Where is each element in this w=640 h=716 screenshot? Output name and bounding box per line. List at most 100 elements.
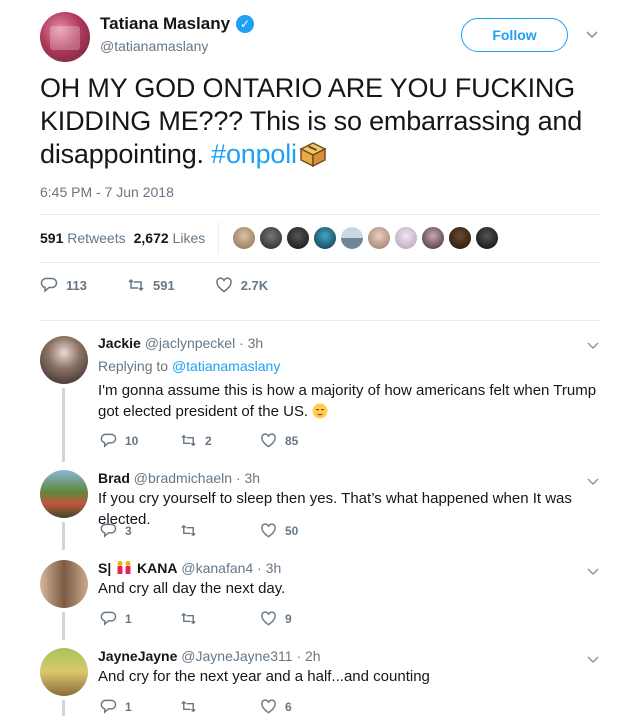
heart-icon bbox=[261, 699, 276, 714]
thread-line bbox=[62, 700, 65, 716]
reply-button[interactable]: 1 bbox=[100, 610, 180, 627]
author-handle[interactable]: @tatianamaslany bbox=[100, 38, 208, 54]
like-button[interactable]: 9 bbox=[260, 610, 340, 627]
reply-author-name[interactable]: Brad bbox=[98, 470, 130, 486]
retweet-button[interactable]: 2 bbox=[180, 432, 260, 449]
reply-author-name[interactable]: JayneJayne bbox=[98, 648, 177, 664]
reply-icon bbox=[100, 433, 117, 448]
liker-avatar[interactable] bbox=[259, 226, 283, 250]
like-button[interactable]: 50 bbox=[260, 522, 340, 539]
retweet-button[interactable] bbox=[180, 522, 260, 539]
like-count: 6 bbox=[285, 699, 292, 714]
like-count: 2.7K bbox=[240, 277, 269, 293]
author-row: Tatiana Maslany ✓ bbox=[100, 14, 255, 34]
avatar[interactable] bbox=[40, 648, 88, 696]
liker-avatar[interactable] bbox=[367, 226, 391, 250]
retweet-icon bbox=[181, 434, 196, 447]
reply-button[interactable]: 1 bbox=[100, 698, 180, 715]
reply-author-name[interactable]: Jackie bbox=[98, 335, 141, 351]
reply-icon bbox=[100, 611, 117, 626]
display-name[interactable]: Tatiana Maslany bbox=[100, 14, 230, 34]
liker-avatar[interactable] bbox=[448, 226, 472, 250]
like-button[interactable]: 6 bbox=[260, 698, 340, 715]
heart-icon bbox=[215, 277, 232, 293]
reply-tweet[interactable]: Jackie @jaclynpeckel · 3h Replying to @t… bbox=[0, 330, 640, 462]
retweet-count: 591 bbox=[152, 277, 175, 293]
like-button[interactable]: 85 bbox=[260, 432, 340, 449]
reply-button[interactable]: 3 bbox=[100, 522, 180, 539]
reply-text: And cry for the next year and a half...a… bbox=[98, 668, 430, 685]
like-count: 85 bbox=[285, 433, 299, 448]
liker-avatar[interactable] bbox=[340, 226, 364, 250]
chevron-down-icon[interactable] bbox=[586, 474, 600, 488]
retweet-button[interactable]: 591 bbox=[127, 276, 175, 294]
divider bbox=[40, 214, 600, 215]
reply-header: Jackie @jaclynpeckel · 3h bbox=[98, 335, 263, 351]
stats-separator bbox=[218, 222, 219, 254]
reply-tweet[interactable]: JayneJayne @JayneJayne311 · 2h And cry f… bbox=[0, 644, 640, 716]
reply-time[interactable]: · 3h bbox=[257, 560, 281, 576]
reply-count: 113 bbox=[66, 277, 87, 293]
avatar[interactable] bbox=[40, 336, 88, 384]
relieved-face-icon bbox=[312, 403, 328, 419]
divider bbox=[40, 320, 600, 321]
likes-stat[interactable]: 2,672 Likes bbox=[134, 230, 206, 246]
reply-button[interactable]: 113 bbox=[40, 276, 87, 294]
retweet-button[interactable] bbox=[180, 698, 260, 715]
reply-body: I'm gonna assume this is how a majority … bbox=[98, 382, 597, 420]
liker-avatar[interactable] bbox=[286, 226, 310, 250]
chevron-down-icon[interactable] bbox=[586, 652, 600, 666]
ballot-box-icon bbox=[299, 142, 327, 167]
reply-time[interactable]: · 3h bbox=[236, 470, 260, 486]
retweets-count: 591 bbox=[40, 230, 64, 246]
avatar[interactable] bbox=[40, 470, 88, 518]
hashtag-link[interactable]: #onpoli bbox=[211, 139, 297, 169]
divider bbox=[40, 262, 600, 263]
liker-avatar[interactable] bbox=[421, 226, 445, 250]
engagement-stats: 591 Retweets 2,672 Likes bbox=[40, 230, 205, 246]
chevron-down-icon[interactable] bbox=[586, 564, 600, 578]
retweet-icon bbox=[128, 278, 144, 292]
retweets-label: Retweets bbox=[67, 230, 126, 246]
reply-tweet[interactable]: S| KANA @kanafan4 · 3h And cry all day t… bbox=[0, 556, 640, 640]
retweet-count: 2 bbox=[205, 433, 212, 448]
chevron-down-icon[interactable] bbox=[584, 26, 600, 42]
reply-actions: 10 2 85 bbox=[100, 432, 340, 449]
reply-icon bbox=[100, 699, 117, 714]
retweet-button[interactable] bbox=[180, 610, 260, 627]
replying-prefix: Replying to bbox=[98, 358, 169, 374]
reply-text: I'm gonna assume this is how a majority … bbox=[98, 380, 608, 422]
reply-tweet[interactable]: Brad @bradmichaeln · 3h If you cry yours… bbox=[0, 466, 640, 550]
tweet-timestamp[interactable]: 6:45 PM - 7 Jun 2018 bbox=[40, 184, 174, 200]
reply-author-name-suffix[interactable]: KANA bbox=[137, 560, 177, 576]
tweet-actions: 113 591 2.7K bbox=[40, 276, 308, 294]
heart-icon bbox=[261, 523, 276, 538]
liker-avatar[interactable] bbox=[232, 226, 256, 250]
replying-to: Replying to @tatianamaslany bbox=[98, 358, 280, 374]
chevron-down-icon[interactable] bbox=[586, 338, 600, 352]
replying-handle-link[interactable]: @tatianamaslany bbox=[172, 358, 280, 374]
like-button[interactable]: 2.7K bbox=[215, 276, 268, 294]
like-count: 50 bbox=[285, 523, 299, 538]
avatar[interactable] bbox=[40, 560, 88, 608]
liker-avatar[interactable] bbox=[475, 226, 499, 250]
reply-time[interactable]: · 3h bbox=[239, 335, 263, 351]
like-count: 9 bbox=[285, 611, 292, 626]
liker-avatar[interactable] bbox=[313, 226, 337, 250]
reply-time[interactable]: · 2h bbox=[296, 648, 320, 664]
reply-count: 3 bbox=[125, 523, 132, 538]
reply-button[interactable]: 10 bbox=[100, 432, 180, 449]
reply-author-name[interactable]: S| bbox=[98, 560, 111, 576]
follow-button[interactable]: Follow bbox=[461, 18, 568, 52]
thread-line bbox=[62, 388, 65, 462]
likes-label: Likes bbox=[172, 230, 206, 246]
reply-author-handle[interactable]: @JayneJayne311 bbox=[181, 648, 292, 664]
reply-author-handle[interactable]: @bradmichaeln bbox=[134, 470, 232, 486]
liker-avatars bbox=[232, 226, 499, 250]
avatar[interactable] bbox=[40, 12, 90, 62]
reply-author-handle[interactable]: @jaclynpeckel bbox=[145, 335, 235, 351]
liker-avatar[interactable] bbox=[394, 226, 418, 250]
heart-icon bbox=[261, 433, 276, 448]
retweets-stat[interactable]: 591 Retweets bbox=[40, 230, 126, 246]
reply-author-handle[interactable]: @kanafan4 bbox=[181, 560, 253, 576]
